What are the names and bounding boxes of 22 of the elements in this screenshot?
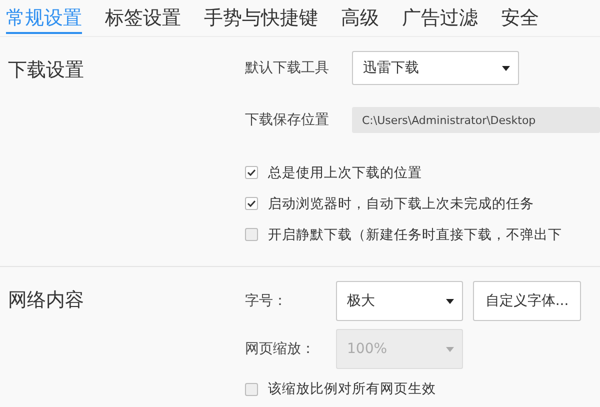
tab[interactable]: 安全 [501,0,539,34]
tab[interactable]: 广告过滤 [402,0,478,34]
checkbox-label: 总是使用上次下载的位置 [268,164,422,182]
path-field[interactable]: C:\Users\Administrator\Desktop [352,107,600,133]
dropdown[interactable]: 迅雷下载 [352,51,519,85]
section-title: 下载设置 [7,58,85,83]
tab[interactable]: 高级 [341,0,379,34]
field-label: 默认下载工具 [245,59,330,77]
checkbox-label: 启动浏览器时，自动下载上次未完成的任务 [268,194,534,212]
checkbox-label: 该缩放比例对所有网页生效 [268,380,436,398]
field-label: 字号： [245,292,288,310]
field-label: 下载保存位置 [245,111,330,129]
dropdown-value: 100% [347,341,388,357]
custom-font-button[interactable]: 自定义字体... [473,281,581,321]
dropdown[interactable]: 极大 [336,281,463,321]
checkbox-label: 开启静默下载（新建任务时直接下载，不弹出下 [268,226,562,244]
section-title: 网络内容 [7,288,85,313]
tab[interactable]: 标签设置 [105,0,181,34]
tab[interactable]: 手势与快捷键 [204,0,318,34]
dropdown-value: 极大 [347,292,375,310]
dropdown-value: 迅雷下载 [363,59,419,77]
field-label: 网页缩放： [245,340,316,358]
